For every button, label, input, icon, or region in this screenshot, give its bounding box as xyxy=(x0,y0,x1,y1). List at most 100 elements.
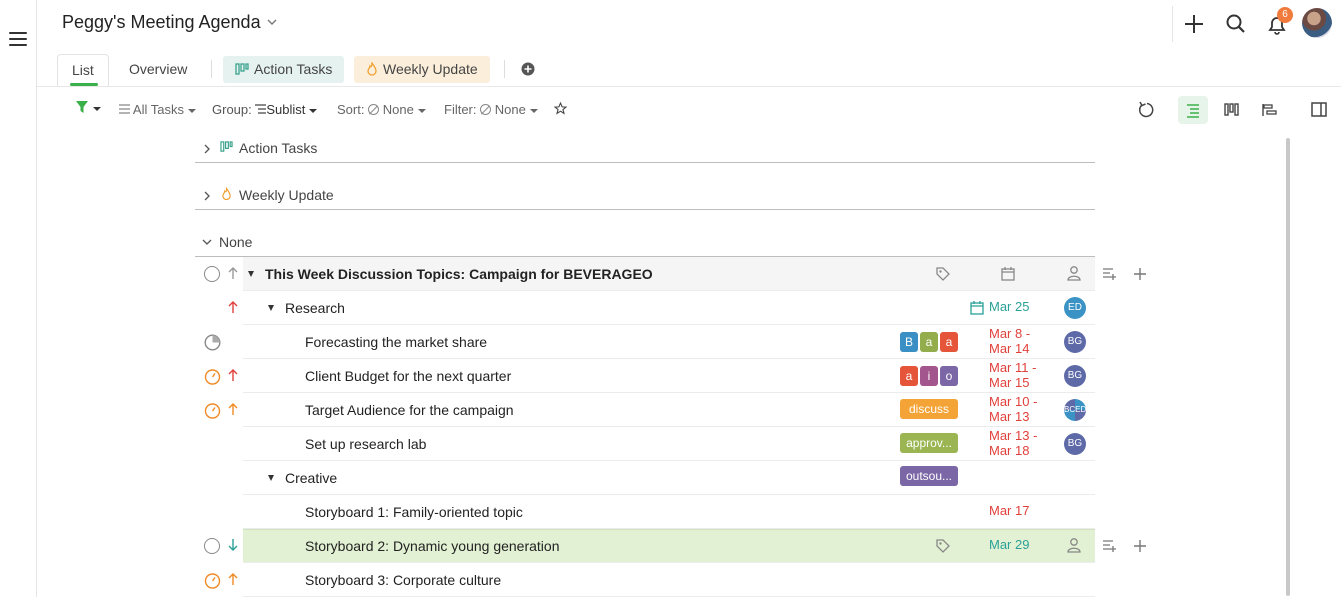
tab-weekly-update[interactable]: Weekly Update xyxy=(354,56,490,83)
timer-icon[interactable] xyxy=(204,402,221,419)
add-tab-icon[interactable] xyxy=(521,62,535,76)
due-date[interactable]: Mar 25 xyxy=(989,300,1029,314)
task-title[interactable]: Storyboard 2: Dynamic young generation xyxy=(305,538,559,554)
calendar-icon[interactable] xyxy=(1000,266,1016,282)
arrow-down-icon[interactable] xyxy=(227,538,239,552)
subtask-icon[interactable] xyxy=(1102,539,1118,553)
subtask-icon[interactable] xyxy=(1102,267,1118,281)
tag-badge[interactable]: a xyxy=(900,366,918,386)
task-row-parent[interactable]: This Week Discussion Topics: Campaign fo… xyxy=(195,257,1146,291)
task-title[interactable]: Creative xyxy=(285,470,337,486)
avatar[interactable]: BG xyxy=(1064,331,1086,353)
task-title[interactable]: Forecasting the market share xyxy=(305,334,487,350)
group-weekly-update[interactable]: Weekly Update xyxy=(195,186,1095,208)
avatar[interactable]: BG xyxy=(1064,365,1086,387)
arrow-up-icon[interactable] xyxy=(227,300,239,314)
timer-icon[interactable] xyxy=(204,368,221,385)
plus-icon[interactable] xyxy=(1181,11,1207,37)
refresh-icon[interactable] xyxy=(1132,96,1162,124)
star-icon[interactable] xyxy=(554,102,567,115)
task-row-client-budget[interactable]: Client Budget for the next quarter a i o… xyxy=(195,359,1095,393)
task-title[interactable]: Research xyxy=(285,300,345,316)
gantt-view-icon[interactable] xyxy=(1254,96,1284,124)
task-row-creative[interactable]: Creative outsou... xyxy=(195,461,1095,495)
sort-dropdown[interactable]: Sort: None xyxy=(337,102,426,117)
task-row-research[interactable]: Research Mar 25 ED xyxy=(195,291,1095,325)
task-title[interactable]: This Week Discussion Topics: Campaign fo… xyxy=(265,266,653,282)
date-range-start[interactable]: Mar 10 - xyxy=(989,395,1037,409)
tag-badge[interactable]: outsou... xyxy=(900,466,958,486)
plus-icon[interactable] xyxy=(1132,266,1148,282)
task-row-research-lab[interactable]: Set up research lab approv... Mar 13 - M… xyxy=(195,427,1095,461)
tag-icon[interactable] xyxy=(935,266,951,282)
tag-badge[interactable]: B xyxy=(900,332,918,352)
task-title[interactable]: Storyboard 3: Corporate culture xyxy=(305,572,501,588)
progress-icon[interactable] xyxy=(204,334,221,351)
date-range-start[interactable]: Mar 13 - xyxy=(989,429,1037,443)
collapse-icon[interactable] xyxy=(248,271,254,277)
chevron-down-icon[interactable] xyxy=(266,16,278,28)
vertical-scrollbar[interactable] xyxy=(1286,138,1290,596)
avatar[interactable] xyxy=(1302,8,1332,38)
date-range-end[interactable]: Mar 14 xyxy=(989,342,1029,356)
board-view-icon[interactable] xyxy=(1216,96,1246,124)
group-dropdown[interactable]: Group: Sublist xyxy=(212,102,318,117)
tab-action-tasks[interactable]: Action Tasks xyxy=(223,56,345,83)
avatar[interactable]: BG xyxy=(1064,433,1086,455)
tab-overview[interactable]: Overview xyxy=(115,54,201,86)
arrow-up-icon[interactable] xyxy=(227,368,239,382)
task-status-checkbox[interactable] xyxy=(204,538,220,554)
user-icon[interactable] xyxy=(1066,265,1082,281)
collapse-icon[interactable] xyxy=(268,305,274,311)
menu-icon[interactable] xyxy=(9,32,27,48)
tab-weekly-update-label: Weekly Update xyxy=(383,61,478,77)
collapse-icon[interactable] xyxy=(268,475,274,481)
calendar-icon[interactable] xyxy=(969,300,985,316)
avatar-group[interactable]: BCED xyxy=(1064,399,1086,421)
filter-dropdown[interactable]: Filter: None xyxy=(444,102,538,117)
user-icon[interactable] xyxy=(1066,537,1082,553)
task-row-target-audience[interactable]: Target Audience for the campaign discuss… xyxy=(195,393,1095,427)
task-title[interactable]: Set up research lab xyxy=(305,436,426,452)
task-row-storyboard-1[interactable]: Storyboard 1: Family-oriented topic Mar … xyxy=(195,495,1095,529)
tag-badge[interactable]: i xyxy=(920,366,938,386)
plus-icon[interactable] xyxy=(1132,538,1148,554)
date-range-end[interactable]: Mar 13 xyxy=(989,410,1029,424)
tab-list[interactable]: List xyxy=(57,54,109,86)
side-panel-icon[interactable] xyxy=(1304,96,1334,124)
date-range-start[interactable]: Mar 8 - xyxy=(989,327,1030,341)
all-tasks-dropdown[interactable]: All Tasks xyxy=(119,102,196,117)
group-action-tasks[interactable]: Action Tasks xyxy=(195,139,1095,161)
task-status-checkbox[interactable] xyxy=(204,266,220,282)
task-row-storyboard-2[interactable]: Storyboard 2: Dynamic young generation M… xyxy=(195,529,1146,563)
tag-badge[interactable]: approv... xyxy=(900,433,958,453)
date-range-start[interactable]: Mar 11 - xyxy=(989,361,1036,375)
task-row-forecasting[interactable]: Forecasting the market share B a a Mar 8… xyxy=(195,325,1095,359)
expand-icon[interactable] xyxy=(203,191,211,201)
timer-icon[interactable] xyxy=(204,572,221,589)
arrow-up-icon[interactable] xyxy=(227,572,239,586)
arrow-up-icon[interactable] xyxy=(227,402,239,416)
task-title[interactable]: Storyboard 1: Family-oriented topic xyxy=(305,504,523,520)
collapse-icon[interactable] xyxy=(202,238,212,246)
page-title[interactable]: Peggy's Meeting Agenda xyxy=(62,12,261,33)
task-title[interactable]: Client Budget for the next quarter xyxy=(305,368,511,384)
date-range-end[interactable]: Mar 15 xyxy=(989,376,1029,390)
tag-badge[interactable]: o xyxy=(940,366,958,386)
arrow-up-icon[interactable] xyxy=(227,266,239,280)
search-icon[interactable] xyxy=(1223,11,1249,37)
list-view-button[interactable] xyxy=(1178,96,1208,124)
avatar[interactable]: ED xyxy=(1064,297,1086,319)
task-title[interactable]: Target Audience for the campaign xyxy=(305,402,514,418)
due-date[interactable]: Mar 17 xyxy=(989,504,1029,518)
tag-icon[interactable] xyxy=(935,538,951,554)
tag-badge[interactable]: a xyxy=(920,332,938,352)
filter-toggle[interactable] xyxy=(75,100,101,115)
tag-badge[interactable]: a xyxy=(940,332,958,352)
group-none[interactable]: None xyxy=(195,233,1095,255)
task-row-storyboard-3[interactable]: Storyboard 3: Corporate culture xyxy=(195,563,1095,597)
expand-icon[interactable] xyxy=(203,144,211,154)
tag-badge[interactable]: discuss xyxy=(900,399,958,419)
due-date[interactable]: Mar 29 xyxy=(989,538,1029,552)
date-range-end[interactable]: Mar 18 xyxy=(989,444,1029,458)
